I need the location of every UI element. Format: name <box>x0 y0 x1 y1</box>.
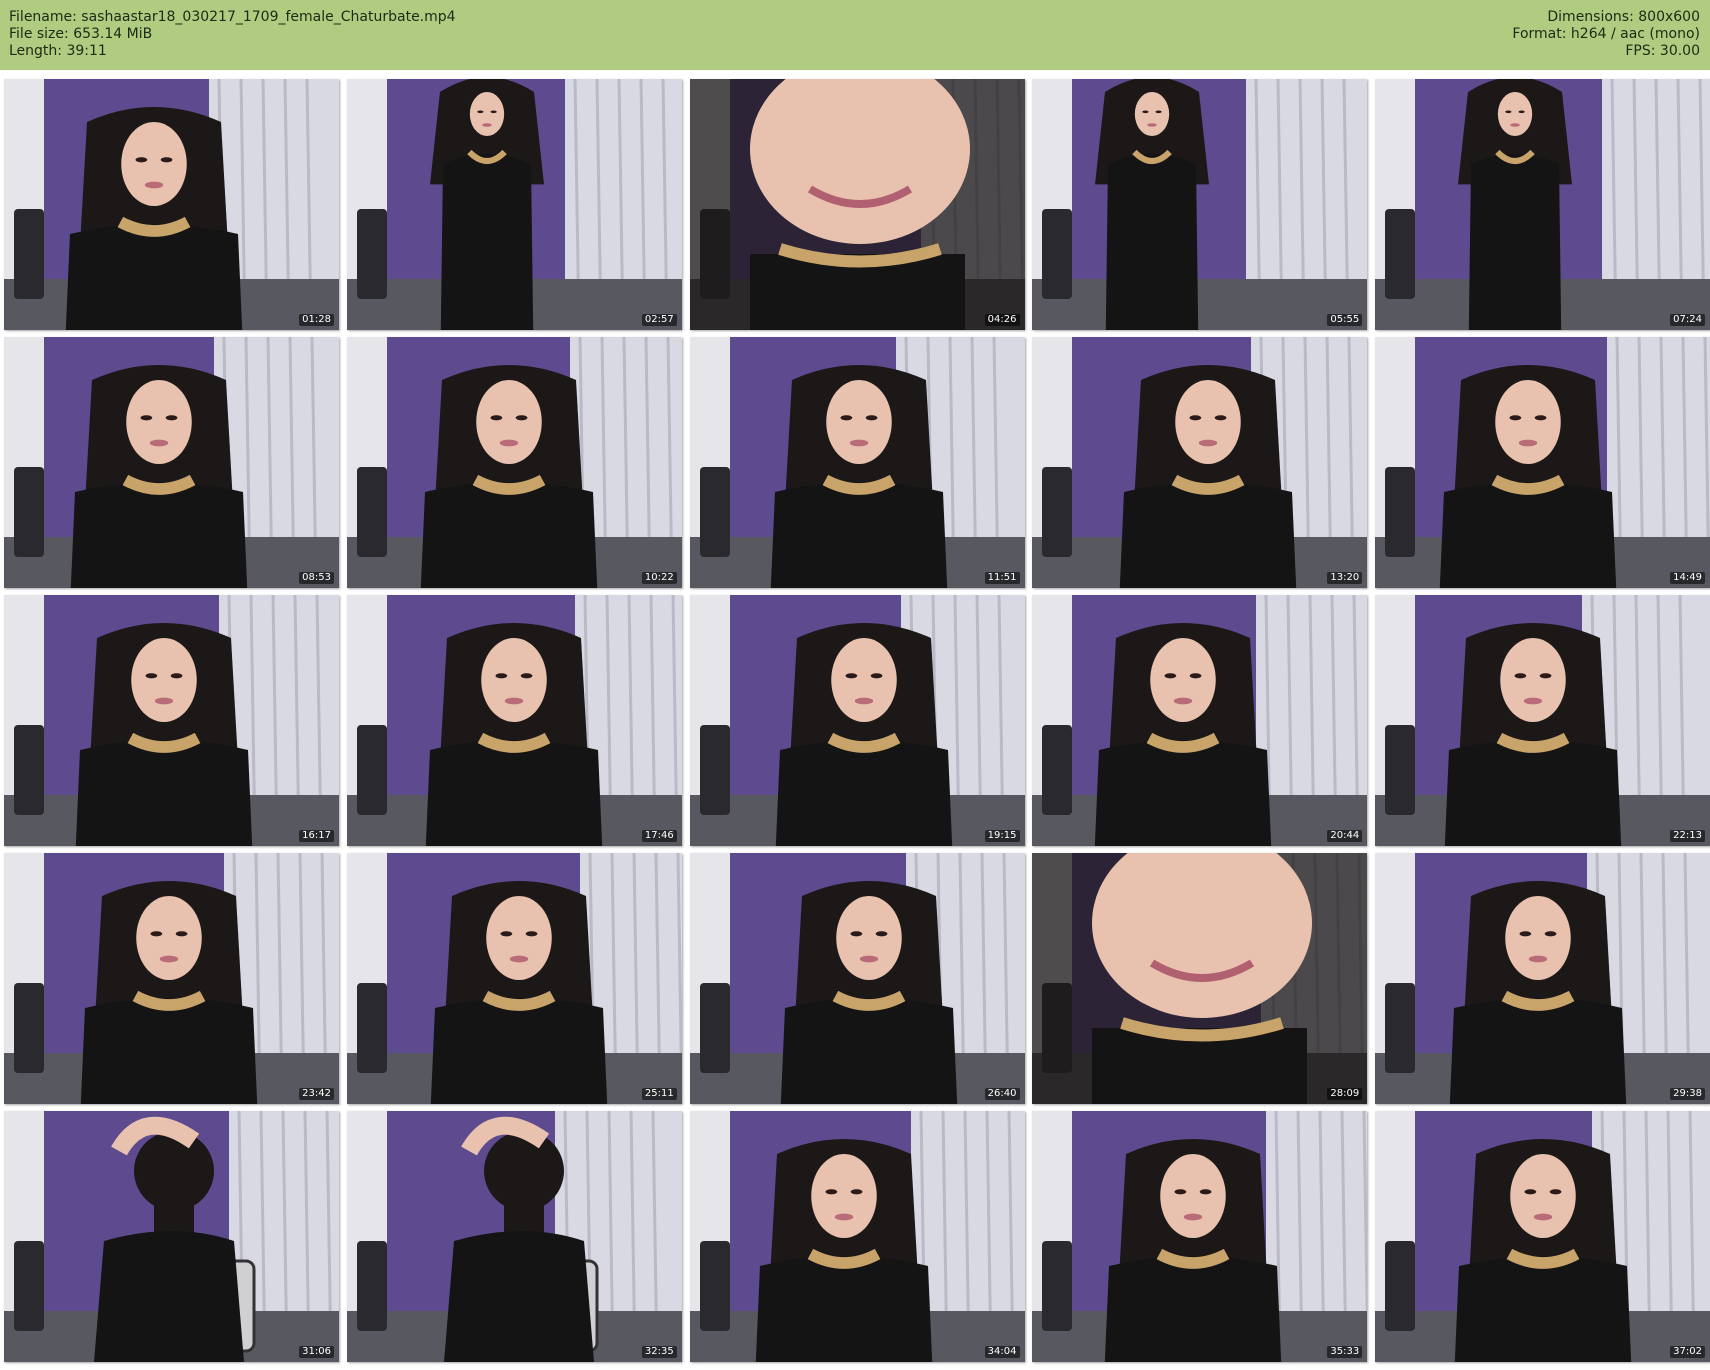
thumbnail-frame-image <box>689 595 1025 846</box>
timestamp-label: 13:20 <box>1327 572 1363 584</box>
timestamp-label: 07:24 <box>1670 314 1705 326</box>
video-thumbnail: 05:55 <box>1032 79 1368 330</box>
video-thumbnail: 11:51 <box>689 337 1025 588</box>
timestamp-label: 22:13 <box>1670 830 1705 842</box>
thumbnail-frame-image <box>689 79 1025 330</box>
timestamp-label: 20:44 <box>1327 830 1363 842</box>
thumbnail-frame-image <box>4 1111 339 1362</box>
video-thumbnail: 23:42 <box>4 853 339 1104</box>
thumbnail-frame-image <box>1032 1111 1368 1362</box>
video-thumbnail: 35:33 <box>1032 1111 1368 1362</box>
thumbnail-frame-image <box>4 595 339 846</box>
timestamp-label: 04:26 <box>984 314 1020 326</box>
info-header: Filename: sashaastar18_030217_1709_femal… <box>0 0 1710 70</box>
timestamp-label: 08:53 <box>299 572 334 584</box>
thumbnail-frame-image <box>689 853 1025 1104</box>
thumbnail-frame-image <box>346 595 682 846</box>
timestamp-label: 34:04 <box>984 1346 1020 1358</box>
timestamp-label: 37:02 <box>1670 1346 1705 1358</box>
video-thumbnail: 34:04 <box>689 1111 1025 1362</box>
thumbnail-frame-image <box>1375 1111 1710 1362</box>
thumbnail-frame-image <box>4 79 339 330</box>
video-thumbnail: 17:46 <box>346 595 682 846</box>
timestamp-label: 31:06 <box>299 1346 334 1358</box>
timestamp-label: 28:09 <box>1327 1088 1363 1100</box>
fps-text: FPS: 30.00 <box>1625 43 1700 59</box>
timestamp-label: 32:35 <box>641 1346 677 1358</box>
video-thumbnail: 29:38 <box>1375 853 1710 1104</box>
video-thumbnail: 02:57 <box>346 79 682 330</box>
thumbnail-frame-image <box>346 337 682 588</box>
timestamp-label: 35:33 <box>1327 1346 1363 1358</box>
file-info-right: Dimensions: 800x600 Format: h264 / aac (… <box>1512 9 1700 60</box>
video-thumbnail: 13:20 <box>1032 337 1368 588</box>
thumbnail-frame-image <box>1032 79 1368 330</box>
thumbnail-frame-image <box>689 337 1025 588</box>
thumbnail-frame-image <box>1375 337 1710 588</box>
file-info-left: Filename: sashaastar18_030217_1709_femal… <box>9 9 456 60</box>
timestamp-label: 10:22 <box>641 572 677 584</box>
timestamp-label: 14:49 <box>1670 572 1705 584</box>
timestamp-label: 01:28 <box>299 314 334 326</box>
thumbnail-frame-image <box>1375 79 1710 330</box>
video-thumbnail: 04:26 <box>689 79 1025 330</box>
filesize-text: File size: 653.14 MiB <box>9 26 153 42</box>
timestamp-label: 02:57 <box>641 314 677 326</box>
video-thumbnail: 26:40 <box>689 853 1025 1104</box>
video-thumbnail: 28:09 <box>1032 853 1368 1104</box>
timestamp-label: 25:11 <box>641 1088 677 1100</box>
video-thumbnail: 14:49 <box>1375 337 1710 588</box>
thumbnail-frame-image <box>4 853 339 1104</box>
length-text: Length: 39:11 <box>9 43 107 59</box>
thumbnail-grid: 01:28 02:57 04:26 05:55 07:24 08:53 10:22 11:51… <box>4 79 1710 1362</box>
video-thumbnail: 16:17 <box>4 595 339 846</box>
timestamp-label: 16:17 <box>299 830 334 842</box>
thumbnail-frame-image <box>1032 853 1368 1104</box>
timestamp-label: 23:42 <box>299 1088 334 1100</box>
thumbnail-frame-image <box>346 1111 682 1362</box>
thumbnail-frame-image <box>1375 595 1710 846</box>
video-thumbnail: 20:44 <box>1032 595 1368 846</box>
thumbnail-frame-image <box>1032 595 1368 846</box>
filename-text: Filename: sashaastar18_030217_1709_femal… <box>9 9 456 25</box>
timestamp-label: 17:46 <box>641 830 677 842</box>
video-thumbnail: 32:35 <box>346 1111 682 1362</box>
video-thumbnail: 07:24 <box>1375 79 1710 330</box>
timestamp-label: 11:51 <box>984 572 1020 584</box>
thumbnail-frame-image <box>1032 337 1368 588</box>
video-thumbnail: 10:22 <box>346 337 682 588</box>
dimensions-text: Dimensions: 800x600 <box>1547 9 1700 25</box>
video-thumbnail: 01:28 <box>4 79 339 330</box>
thumbnail-frame-image <box>346 79 682 330</box>
format-text: Format: h264 / aac (mono) <box>1512 26 1700 42</box>
thumbnail-frame-image <box>346 853 682 1104</box>
thumbnail-frame-image <box>689 1111 1025 1362</box>
video-thumbnail: 37:02 <box>1375 1111 1710 1362</box>
timestamp-label: 26:40 <box>984 1088 1020 1100</box>
video-thumbnail: 25:11 <box>346 853 682 1104</box>
video-thumbnail: 22:13 <box>1375 595 1710 846</box>
video-thumbnail: 08:53 <box>4 337 339 588</box>
timestamp-label: 29:38 <box>1670 1088 1705 1100</box>
thumbnail-frame-image <box>4 337 339 588</box>
video-thumbnail: 19:15 <box>689 595 1025 846</box>
video-thumbnail: 31:06 <box>4 1111 339 1362</box>
timestamp-label: 05:55 <box>1327 314 1363 326</box>
timestamp-label: 19:15 <box>984 830 1020 842</box>
thumbnail-frame-image <box>1375 853 1710 1104</box>
